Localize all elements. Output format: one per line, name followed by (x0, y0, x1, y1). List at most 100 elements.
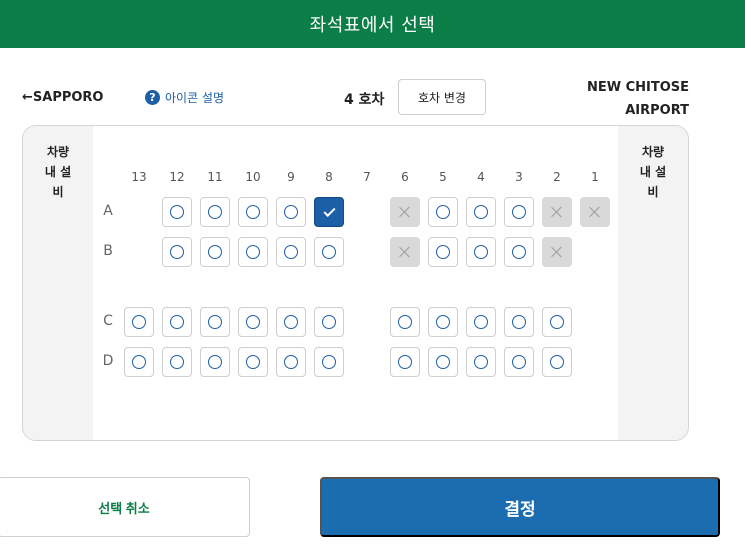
row-label-d: D (102, 353, 114, 369)
column-number-9: 9 (287, 170, 295, 184)
seat-11b[interactable] (200, 237, 230, 267)
seat-8b[interactable] (314, 237, 344, 267)
seat-3d[interactable] (504, 347, 534, 377)
seat-6b (390, 237, 420, 267)
available-circle-icon (284, 315, 298, 329)
available-circle-icon (284, 205, 298, 219)
available-circle-icon (512, 205, 526, 219)
seat-9b[interactable] (276, 237, 306, 267)
column-number-2: 2 (553, 170, 561, 184)
car-facilities-left: 차량 내 설 비 (23, 126, 93, 440)
confirm-button[interactable]: 결정 (320, 477, 720, 537)
icon-legend-label: 아이콘 설명 (165, 91, 225, 105)
page-title: 좌석표에서 선택 (309, 15, 436, 36)
seat-4a[interactable] (466, 197, 496, 227)
available-circle-icon (132, 315, 146, 329)
facility-text-line: 비 (52, 185, 64, 199)
seat-11a[interactable] (200, 197, 230, 227)
column-number-4: 4 (477, 170, 485, 184)
seat-8d[interactable] (314, 347, 344, 377)
back-to-sapporo-link[interactable]: ←SAPPORO (22, 90, 104, 105)
available-circle-icon (550, 355, 564, 369)
row-label-c: C (103, 313, 113, 329)
available-circle-icon (436, 315, 450, 329)
seat-12c[interactable] (162, 307, 192, 337)
car-number-label: 4 호차 (344, 92, 385, 108)
available-circle-icon (436, 205, 450, 219)
destination-line-2: AIRPORT (625, 103, 689, 118)
available-circle-icon (512, 315, 526, 329)
destination-line-1: NEW CHITOSE (586, 80, 689, 95)
seat-5c[interactable] (428, 307, 458, 337)
seat-12a[interactable] (162, 197, 192, 227)
seat-6c[interactable] (390, 307, 420, 337)
facility-text-line: 차량 (46, 145, 70, 159)
seat-4c[interactable] (466, 307, 496, 337)
icon-legend-link[interactable]: ? 아이콘 설명 (145, 89, 224, 106)
facility-text-line: 내 설 (639, 165, 667, 179)
available-circle-icon (284, 355, 298, 369)
seat-8c[interactable] (314, 307, 344, 337)
column-number-5: 5 (439, 170, 447, 184)
seat-10a[interactable] (238, 197, 268, 227)
available-circle-icon (322, 355, 336, 369)
page-header: 좌석표에서 선택 (0, 0, 745, 48)
facility-text-line: 비 (647, 185, 659, 199)
available-circle-icon (474, 205, 488, 219)
seat-3c[interactable] (504, 307, 534, 337)
seat-11d[interactable] (200, 347, 230, 377)
seat-5d[interactable] (428, 347, 458, 377)
facility-text-line: 내 설 (44, 165, 72, 179)
seat-6a (390, 197, 420, 227)
seat-13d[interactable] (124, 347, 154, 377)
unavailable-x-icon (399, 206, 411, 218)
help-icon: ? (145, 90, 160, 105)
available-circle-icon (246, 205, 260, 219)
column-number-10: 10 (245, 170, 261, 184)
seat-10c[interactable] (238, 307, 268, 337)
available-circle-icon (208, 315, 222, 329)
seat-2d[interactable] (542, 347, 572, 377)
seat-4b[interactable] (466, 237, 496, 267)
seat-10d[interactable] (238, 347, 268, 377)
available-circle-icon (208, 245, 222, 259)
available-circle-icon (170, 355, 184, 369)
seat-11c[interactable] (200, 307, 230, 337)
available-circle-icon (246, 315, 260, 329)
seat-5a[interactable] (428, 197, 458, 227)
seat-5b[interactable] (428, 237, 458, 267)
seat-12d[interactable] (162, 347, 192, 377)
available-circle-icon (170, 245, 184, 259)
seat-9d[interactable] (276, 347, 306, 377)
column-number-11: 11 (207, 170, 223, 184)
available-circle-icon (208, 355, 222, 369)
car-facilities-right-label: 차량 내 설 비 (618, 142, 688, 202)
available-circle-icon (170, 315, 184, 329)
seat-4d[interactable] (466, 347, 496, 377)
available-circle-icon (436, 245, 450, 259)
available-circle-icon (512, 245, 526, 259)
seat-12b[interactable] (162, 237, 192, 267)
available-circle-icon (512, 355, 526, 369)
change-car-button[interactable]: 호차 변경 (398, 79, 486, 115)
column-number-6: 6 (401, 170, 409, 184)
available-circle-icon (132, 355, 146, 369)
available-circle-icon (398, 355, 412, 369)
seat-6d[interactable] (390, 347, 420, 377)
seat-2c[interactable] (542, 307, 572, 337)
seat-10b[interactable] (238, 237, 268, 267)
unavailable-x-icon (551, 246, 563, 258)
seat-1a (580, 197, 610, 227)
column-number-13: 13 (131, 170, 147, 184)
row-label-b: B (103, 243, 113, 259)
seat-3b[interactable] (504, 237, 534, 267)
seat-13c[interactable] (124, 307, 154, 337)
seat-9a[interactable] (276, 197, 306, 227)
car-facilities-right: 차량 내 설 비 (618, 126, 688, 440)
seat-9c[interactable] (276, 307, 306, 337)
destination-label: NEW CHITOSE AIRPORT (587, 76, 689, 122)
cancel-selection-button[interactable]: 선택 취소 (0, 477, 250, 537)
seat-3a[interactable] (504, 197, 534, 227)
seat-8a[interactable] (314, 197, 344, 227)
seat-2a (542, 197, 572, 227)
